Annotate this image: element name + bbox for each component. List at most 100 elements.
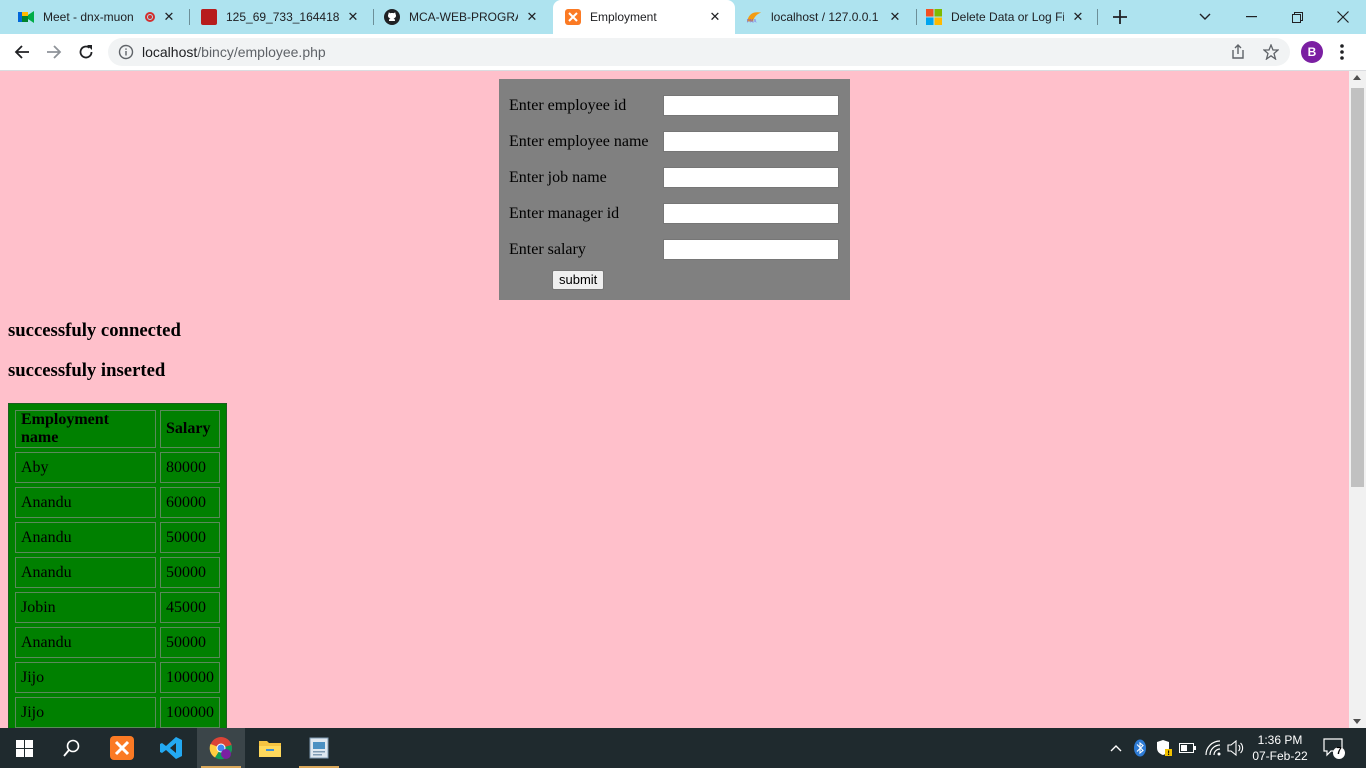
connected-message: successfuly connected bbox=[8, 320, 181, 341]
salary-label: Enter salary bbox=[509, 241, 586, 258]
salary-cell: 50000 bbox=[160, 522, 220, 553]
volume-tray[interactable] bbox=[1226, 728, 1246, 768]
taskbar-clock[interactable]: 1:36 PM 07-Feb-22 bbox=[1246, 732, 1314, 764]
employee-name-cell: Anandu bbox=[15, 522, 156, 553]
scroll-up-arrow-icon[interactable] bbox=[1353, 75, 1361, 80]
close-tab-icon[interactable]: ✕ bbox=[345, 9, 361, 25]
tab-separator bbox=[1097, 9, 1098, 25]
github-icon bbox=[384, 9, 400, 25]
employee-name-cell: Jijo bbox=[15, 697, 156, 728]
start-button[interactable] bbox=[0, 728, 48, 768]
close-tab-icon[interactable]: ✕ bbox=[1070, 9, 1086, 25]
pdf-icon bbox=[201, 9, 217, 25]
restore-button[interactable] bbox=[1274, 0, 1320, 34]
tab-title: localhost / 127.0.0.1 / bbox=[771, 10, 881, 24]
show-hidden-icons-button[interactable] bbox=[1106, 728, 1126, 768]
table-row: Aby 80000 bbox=[15, 452, 220, 483]
windows-taskbar: ! 1:36 PM 07-Feb-22 7 bbox=[0, 728, 1366, 768]
security-tray[interactable]: ! bbox=[1154, 728, 1174, 768]
browser-toolbar: localhost/bincy/employee.php B bbox=[0, 34, 1366, 71]
notification-center-button[interactable]: 7 bbox=[1322, 736, 1346, 760]
network-tray[interactable] bbox=[1202, 728, 1224, 768]
reload-button[interactable] bbox=[72, 38, 100, 66]
tab-title: MCA-WEB-PROGRAM bbox=[409, 10, 518, 24]
column-header-employment-name: Employment name bbox=[15, 410, 156, 448]
reload-icon bbox=[79, 45, 93, 59]
tab-strip: Meet - dnx-muon ✕ 125_69_733_16441885 ✕ … bbox=[0, 0, 1366, 34]
taskbar-xampp[interactable] bbox=[98, 728, 146, 768]
employee-name-cell: Jobin bbox=[15, 592, 156, 623]
url-path: /bincy/employee.php bbox=[197, 44, 326, 60]
address-bar[interactable]: localhost/bincy/employee.php bbox=[108, 38, 1290, 66]
salary-cell: 50000 bbox=[160, 627, 220, 658]
phpmyadmin-icon: PMA bbox=[746, 9, 762, 25]
speaker-icon bbox=[1227, 740, 1244, 756]
shield-icon: ! bbox=[1157, 740, 1172, 757]
minimize-icon bbox=[1245, 16, 1257, 18]
form-row-manager-id: Enter manager id bbox=[499, 193, 850, 229]
url-host: localhost bbox=[142, 44, 198, 60]
search-button[interactable] bbox=[48, 728, 96, 768]
menu-dots-icon[interactable] bbox=[1336, 42, 1348, 62]
share-icon[interactable] bbox=[1230, 44, 1246, 60]
form-row-salary: Enter salary bbox=[499, 229, 850, 265]
google-meet-icon bbox=[18, 9, 34, 25]
inserted-message: successfuly inserted bbox=[8, 360, 166, 381]
star-icon[interactable] bbox=[1263, 44, 1279, 60]
salary-cell: 100000 bbox=[160, 697, 220, 728]
minimize-button[interactable] bbox=[1228, 0, 1274, 34]
job-name-label: Enter job name bbox=[509, 169, 607, 186]
taskbar-vscode[interactable] bbox=[147, 728, 195, 768]
taskbar-file-explorer[interactable] bbox=[246, 728, 294, 768]
tab-employment[interactable]: Employment ✕ bbox=[553, 0, 735, 34]
battery-tray[interactable] bbox=[1178, 728, 1198, 768]
tab-title: Employment bbox=[590, 10, 657, 24]
salary-cell: 45000 bbox=[160, 592, 220, 623]
tab-phpmyadmin[interactable]: PMA localhost / 127.0.0.1 / ✕ bbox=[735, 0, 915, 34]
submit-button[interactable]: submit bbox=[552, 270, 605, 290]
new-tab-button[interactable] bbox=[1108, 5, 1132, 29]
tab-microsoft[interactable]: Delete Data or Log Fil ✕ bbox=[916, 0, 1098, 34]
url-text: localhost/bincy/employee.php bbox=[142, 44, 326, 60]
employee-name-input[interactable] bbox=[663, 131, 839, 152]
tab-title: Delete Data or Log Fil bbox=[951, 10, 1064, 24]
taskbar-chrome[interactable] bbox=[197, 728, 245, 768]
employee-id-input[interactable] bbox=[663, 95, 839, 116]
scrollbar-thumb[interactable] bbox=[1351, 88, 1364, 487]
salary-input[interactable] bbox=[663, 239, 839, 260]
salary-cell: 50000 bbox=[160, 557, 220, 588]
forward-button[interactable] bbox=[40, 38, 68, 66]
vertical-scrollbar[interactable] bbox=[1349, 71, 1366, 728]
info-icon[interactable] bbox=[118, 44, 134, 60]
notification-count: 7 bbox=[1336, 746, 1342, 757]
vscode-icon bbox=[160, 737, 182, 759]
close-window-button[interactable] bbox=[1320, 0, 1366, 34]
close-tab-icon[interactable]: ✕ bbox=[524, 9, 540, 25]
profile-avatar[interactable]: B bbox=[1301, 41, 1323, 63]
taskbar-app[interactable] bbox=[295, 728, 343, 768]
employee-name-label: Enter employee name bbox=[509, 133, 649, 150]
close-tab-icon[interactable]: ✕ bbox=[161, 9, 177, 25]
svg-text:!: ! bbox=[1167, 750, 1170, 757]
close-icon bbox=[1337, 11, 1349, 23]
tab-search-button[interactable] bbox=[1182, 0, 1228, 34]
close-tab-icon[interactable]: ✕ bbox=[887, 9, 903, 25]
back-button[interactable] bbox=[8, 38, 36, 66]
search-icon bbox=[63, 739, 80, 757]
close-tab-icon[interactable]: ✕ bbox=[707, 9, 723, 25]
bluetooth-tray[interactable] bbox=[1131, 728, 1149, 768]
xampp-icon bbox=[565, 9, 581, 25]
job-name-input[interactable] bbox=[663, 167, 839, 188]
employee-name-cell: Anandu bbox=[15, 627, 156, 658]
scroll-down-arrow-icon[interactable] bbox=[1353, 719, 1361, 724]
tab-meet[interactable]: Meet - dnx-muon ✕ bbox=[0, 0, 189, 34]
table-row: Jijo 100000 bbox=[15, 697, 220, 728]
restore-icon bbox=[1291, 11, 1303, 23]
tab-github[interactable]: MCA-WEB-PROGRAM ✕ bbox=[366, 0, 552, 34]
chrome-icon bbox=[209, 737, 233, 760]
employee-name-cell: Anandu bbox=[15, 557, 156, 588]
table-header-row: Employment name Salary bbox=[15, 410, 220, 448]
tab-pdf[interactable]: 125_69_733_16441885 ✕ bbox=[183, 0, 373, 34]
windows-logo-icon bbox=[15, 739, 33, 757]
manager-id-input[interactable] bbox=[663, 203, 839, 224]
